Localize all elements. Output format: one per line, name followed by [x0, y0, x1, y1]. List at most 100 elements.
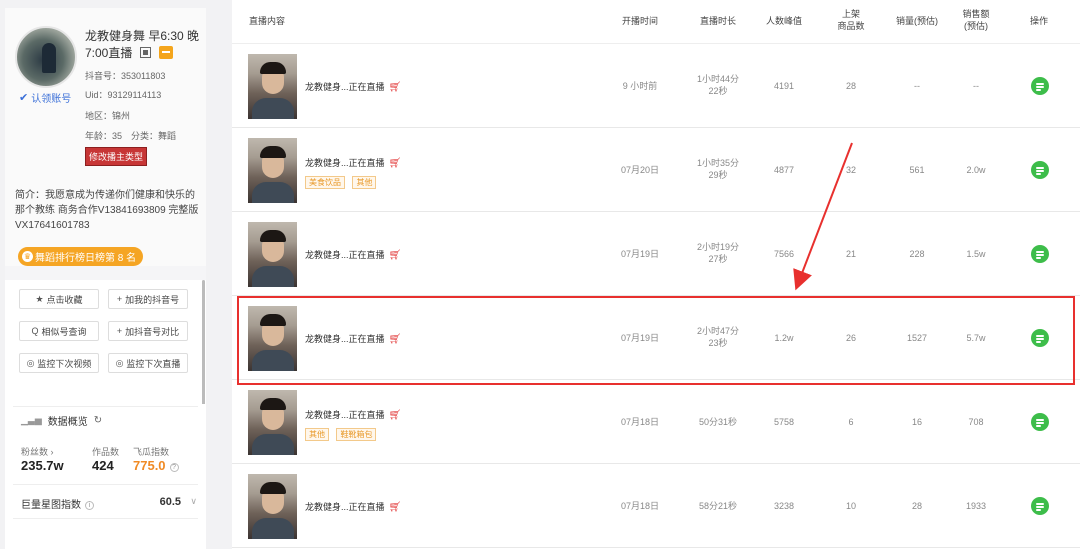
rank-label: 舞蹈排行榜日榜第 8 名: [35, 253, 137, 264]
highlight-box: [237, 296, 1075, 385]
plus-icon: +: [116, 294, 123, 304]
works-value: 424: [92, 458, 114, 473]
category-chip: 美食饮品: [305, 176, 345, 189]
age-category: 年龄：35 分类：舞蹈: [85, 131, 177, 141]
medal-icon: ♛: [22, 251, 33, 262]
sales-estimate: 28: [911, 501, 922, 511]
region: 地区：锦州: [85, 111, 131, 121]
live-title[interactable]: 龙教健身...正在直播 🛒︎: [305, 156, 401, 169]
table-row[interactable]: 龙教健身...正在直播 🛒︎ 9 小时前 1小时44分 22秒 4191 28 --…: [232, 44, 1080, 128]
live-thumbnail[interactable]: [248, 222, 297, 287]
table-row[interactable]: 龙教健身...正在直播 🛒︎ 美食饮品 其他 07月20日 1小时35分 29秒 4…: [232, 128, 1080, 212]
eye-icon: ◎: [115, 357, 124, 368]
revenue-estimate: 1933: [965, 501, 987, 511]
help-icon[interactable]: ?: [169, 463, 179, 472]
chevron-down-icon[interactable]: ∨: [190, 496, 197, 507]
goods-count: 6: [848, 417, 854, 427]
claim-account-link[interactable]: ✔ 认领账号: [19, 90, 71, 105]
sidebar-scrollbar[interactable]: [202, 280, 205, 414]
eye-icon: ◎: [26, 357, 35, 368]
similar-search-button[interactable]: Q 相似号查询: [19, 321, 99, 341]
category-chip: 其他: [352, 176, 377, 189]
monitor-live-button[interactable]: ◎ 监控下次直播: [108, 353, 188, 373]
revenue-estimate: 708: [968, 417, 984, 427]
start-time: 07月20日: [620, 165, 660, 175]
star-index-value: 60.5: [159, 496, 181, 508]
verified-check-icon: ✔: [19, 92, 29, 104]
detail-button-icon[interactable]: [1031, 161, 1049, 179]
category-chips: 美食饮品 其他: [305, 172, 379, 190]
col-start[interactable]: 开播时间: [620, 15, 660, 27]
col-sales[interactable]: 销量(预估): [892, 15, 942, 27]
sales-estimate: --: [914, 81, 920, 91]
live-title[interactable]: 龙教健身...正在直播 🛒︎: [305, 80, 401, 93]
monitor-video-button[interactable]: ◎ 监控下次视频: [19, 353, 99, 373]
detail-button-icon[interactable]: [1031, 413, 1049, 431]
category-chips: 其他 鞋靴箱包: [305, 424, 379, 442]
duration: 1小时35分 29秒: [696, 158, 740, 180]
add-compare-button[interactable]: + 加抖音号对比: [108, 321, 188, 341]
table-row[interactable]: 龙教健身...正在直播 🛒︎ 07月19日 2小时19分 27秒 7566 21 2…: [232, 212, 1080, 296]
cart-icon: 🛒︎: [388, 502, 402, 513]
fans-label[interactable]: 粉丝数 ›: [21, 445, 54, 458]
peak-viewers: 4877: [773, 165, 795, 175]
star-index-row[interactable]: 巨量星图指数 i 60.5 ∨: [21, 496, 199, 511]
modify-type-button[interactable]: 修改播主类型: [85, 147, 148, 166]
live-title[interactable]: 龙教健身...正在直播 🛒︎: [305, 408, 401, 421]
col-duration[interactable]: 直播时长: [698, 15, 738, 27]
category-chip: 鞋靴箱包: [336, 428, 377, 441]
goods-count: 10: [845, 501, 856, 511]
live-thumbnail[interactable]: [248, 390, 297, 455]
live-title[interactable]: 龙教健身...正在直播 🛒︎: [305, 248, 401, 261]
profile-card: ✔ 认领账号 龙教健身舞 早6:30 晚 7:00直播 抖音号：35301180…: [5, 8, 206, 266]
feigua-label: 飞瓜指数: [133, 447, 170, 457]
duration: 58分21秒: [698, 501, 738, 511]
col-op: 操作: [1029, 16, 1048, 26]
plus-icon: +: [116, 326, 123, 336]
cart-icon: 🛒︎: [388, 410, 402, 421]
sales-estimate: 561: [909, 165, 925, 175]
category-chip: 其他: [305, 428, 329, 441]
goods-count: 21: [845, 249, 856, 259]
table-row[interactable]: 龙教健身...正在直播 🛒︎ 其他 鞋靴箱包 07月18日 50分31秒 5758…: [232, 380, 1080, 464]
overview-title: ▁▃▅ 数据概览 ↻: [21, 415, 103, 428]
live-title[interactable]: 龙教健身...正在直播 🛒︎: [305, 500, 401, 513]
peak-viewers: 3238: [773, 501, 795, 511]
start-time: 07月18日: [620, 417, 660, 427]
cart-icon: 🛒︎: [388, 250, 402, 261]
claim-account-label: 认领账号: [31, 94, 72, 105]
start-time: 07月18日: [620, 501, 660, 511]
bar-chart-icon: ▁▃▅: [21, 415, 42, 425]
search-icon: Q: [31, 326, 39, 336]
feigua-value: 775.0?: [133, 458, 179, 473]
avatar[interactable]: [15, 26, 77, 88]
rank-badge[interactable]: ♛ 舞蹈排行榜日榜第 8 名: [18, 247, 144, 266]
col-goods[interactable]: 上架 商品数: [832, 8, 870, 32]
qr-code-icon[interactable]: [139, 47, 151, 58]
action-panel: ★ 点击收藏 + 加我的抖音号 Q 相似号查询 + 加抖音号对比 ◎ 监控下次视…: [5, 280, 206, 414]
add-my-account-button[interactable]: + 加我的抖音号: [108, 289, 188, 309]
refresh-icon[interactable]: ↻: [94, 415, 102, 426]
favorite-button[interactable]: ★ 点击收藏: [19, 289, 99, 309]
detail-button-icon[interactable]: [1031, 77, 1049, 95]
peak-viewers: 4191: [773, 81, 795, 91]
start-time: 07月19日: [620, 249, 660, 259]
info-icon[interactable]: i: [85, 501, 94, 510]
detail-button-icon[interactable]: [1031, 245, 1049, 263]
account-name: 龙教健身舞 早6:30 晚 7:00直播: [85, 29, 200, 60]
live-records-table: 直播内容 开播时间 直播时长 人数峰值 上架 商品数 销量(预估) 销售额 (预估)…: [232, 0, 1080, 549]
uid: Uid：93129114113: [85, 90, 162, 100]
live-thumbnail[interactable]: [248, 474, 297, 539]
col-content: 直播内容: [249, 16, 286, 26]
peak-viewers: 7566: [773, 249, 795, 259]
table-row[interactable]: 龙教健身...正在直播 🛒︎ 07月18日 58分21秒 3238 10 28 1…: [232, 464, 1080, 548]
live-thumbnail[interactable]: [248, 138, 297, 203]
col-revenue[interactable]: 销售额 (预估): [956, 8, 996, 32]
sales-estimate: 16: [911, 417, 922, 427]
live-thumbnail[interactable]: [248, 54, 297, 119]
duration: 1小时44分 22秒: [696, 74, 740, 96]
revenue-estimate: --: [973, 81, 979, 91]
shop-icon[interactable]: [159, 46, 174, 59]
col-peak[interactable]: 人数峰值: [762, 15, 806, 27]
detail-button-icon[interactable]: [1031, 497, 1049, 515]
